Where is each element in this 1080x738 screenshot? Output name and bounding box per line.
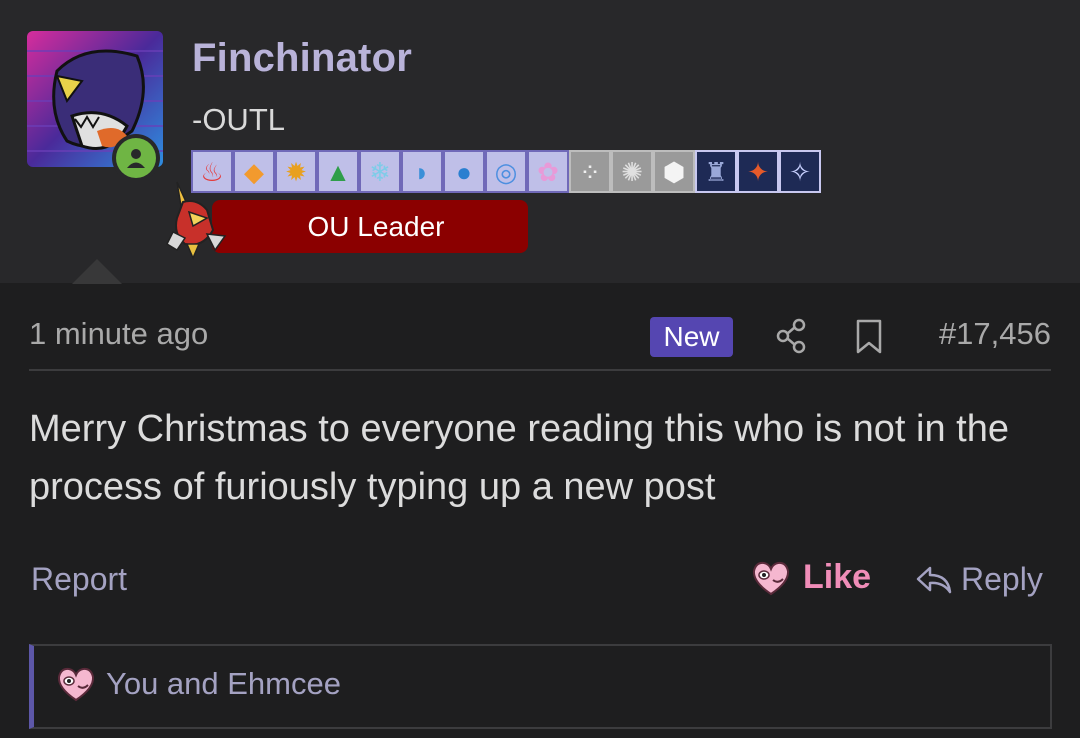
- reactions-summary-bar[interactable]: You and Ehmcee: [29, 644, 1052, 729]
- wave-badge-icon: ◗: [401, 150, 443, 193]
- medal-badge-icon: ✦: [737, 150, 779, 193]
- post-timestamp[interactable]: 1 minute ago: [29, 316, 208, 352]
- drop-badge-icon: ●: [443, 150, 485, 193]
- fairy-badge-icon: ✿: [527, 150, 569, 193]
- report-link[interactable]: Report: [31, 561, 127, 598]
- header-pointer-arrow: [72, 259, 122, 284]
- psychic-badge-icon: ◎: [485, 150, 527, 193]
- diamond-badge-icon: ◆: [233, 150, 275, 193]
- like-label: Like: [803, 558, 872, 596]
- message-user-header: Finchinator -OUTL ♨ ◆ ✹ ▲ ❄ ◗ ● ◎ ✿ ⁘ ✺ …: [0, 0, 1080, 284]
- role-sprite-icon: [166, 181, 227, 260]
- ice-badge-icon: ❄: [359, 150, 401, 193]
- like-button[interactable]: Like: [751, 558, 871, 597]
- heart-emoji-icon: [57, 667, 95, 702]
- reply-arrow-icon: [916, 566, 952, 593]
- reply-button[interactable]: Reply: [915, 561, 1043, 598]
- star-medal-badge-icon: ✧: [779, 150, 821, 193]
- reply-label: Reply: [961, 561, 1043, 597]
- reactions-summary-text: You and Ehmcee: [106, 666, 341, 701]
- user-role-banner: OU Leader: [212, 200, 528, 253]
- steel-chain-badge-icon: ⁘: [569, 150, 611, 193]
- rock-badge-icon: ⬢: [653, 150, 695, 193]
- new-post-badge: New: [650, 317, 733, 357]
- leaf-badge-icon: ▲: [317, 150, 359, 193]
- heart-emoji-icon: [752, 561, 790, 595]
- sun-badge-icon: ✹: [275, 150, 317, 193]
- bookmark-icon[interactable]: [854, 319, 884, 354]
- username-link[interactable]: Finchinator: [192, 36, 412, 81]
- user-title: -OUTL: [192, 102, 285, 137]
- gear-badge-icon: ✺: [611, 150, 653, 193]
- online-status-indicator: [112, 134, 160, 182]
- user-online-icon: [127, 149, 145, 168]
- share-icon[interactable]: [775, 318, 807, 354]
- post-meta-bar: 1 minute ago New #17,456: [29, 314, 1051, 371]
- post-number-link[interactable]: #17,456: [939, 316, 1051, 352]
- trophy-badge-icon: ♜: [695, 150, 737, 193]
- post-body: Merry Christmas to everyone reading this…: [29, 408, 1009, 508]
- user-badges: ♨ ◆ ✹ ▲ ❄ ◗ ● ◎ ✿ ⁘ ✺ ⬢ ♜ ✦ ✧: [191, 150, 821, 193]
